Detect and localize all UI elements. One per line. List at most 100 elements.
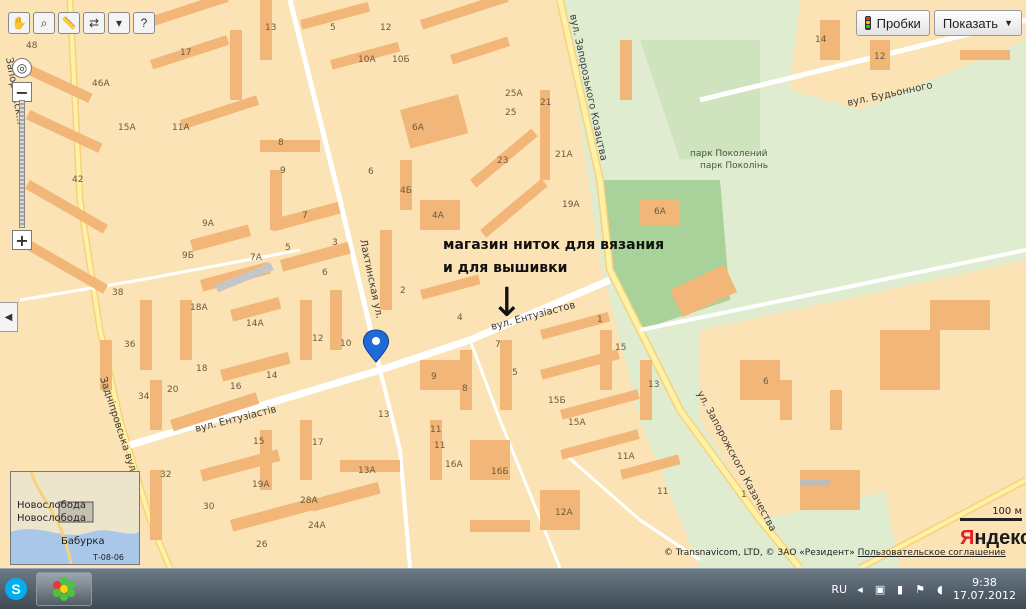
user-agreement-link[interactable]: Пользовательское соглашение bbox=[858, 548, 1006, 558]
svg-text:14: 14 bbox=[266, 371, 278, 381]
route-icon[interactable]: ⇄ bbox=[83, 12, 105, 34]
svg-text:6: 6 bbox=[322, 268, 328, 278]
clock[interactable]: 9:38 17.07.2012 bbox=[953, 576, 1016, 602]
taskbar: S RU ◂ ▣ ▮ ⚑ ◖ 9:38 17.07.2012 bbox=[0, 568, 1026, 609]
svg-text:23: 23 bbox=[497, 156, 508, 166]
signal-icon[interactable]: ▮ bbox=[893, 582, 907, 596]
svg-text:46А: 46А bbox=[92, 79, 110, 89]
svg-text:17: 17 bbox=[180, 48, 191, 58]
minimap[interactable]: Новослобода Новослобода Бабурка Т-08-06 bbox=[10, 471, 140, 565]
svg-text:5: 5 bbox=[512, 368, 518, 378]
svg-text:12: 12 bbox=[312, 334, 323, 344]
language-indicator[interactable]: RU bbox=[831, 583, 847, 596]
show-dropdown[interactable]: Показать ▼ bbox=[933, 10, 1022, 36]
skype-icon[interactable]: S bbox=[0, 571, 32, 607]
svg-text:9: 9 bbox=[280, 166, 286, 176]
svg-text:15А: 15А bbox=[118, 123, 136, 133]
svg-text:19А: 19А bbox=[252, 480, 270, 490]
svg-text:13: 13 bbox=[265, 23, 276, 33]
svg-text:34: 34 bbox=[138, 392, 150, 402]
svg-text:10: 10 bbox=[340, 339, 352, 349]
svg-text:4: 4 bbox=[457, 313, 463, 323]
svg-text:11А: 11А bbox=[172, 123, 190, 133]
svg-text:13: 13 bbox=[648, 380, 659, 390]
svg-text:21А: 21А bbox=[555, 150, 573, 160]
svg-text:4Б: 4Б bbox=[400, 186, 412, 196]
svg-text:10А: 10А bbox=[358, 55, 376, 65]
svg-text:42: 42 bbox=[72, 175, 83, 185]
svg-text:11А: 11А bbox=[617, 452, 635, 462]
show-label: Показать bbox=[942, 15, 999, 31]
flag-icon[interactable]: ⚑ bbox=[913, 582, 927, 596]
svg-text:6: 6 bbox=[368, 167, 374, 177]
date: 17.07.2012 bbox=[953, 589, 1016, 602]
svg-text:30: 30 bbox=[203, 502, 215, 512]
traffic-button[interactable]: Пробки bbox=[855, 10, 930, 36]
svg-text:19А: 19А bbox=[562, 200, 580, 210]
svg-text:7: 7 bbox=[302, 211, 308, 221]
svg-text:7А: 7А bbox=[250, 253, 263, 263]
map-canvas[interactable]: 48 17 13 5 12 10А 10Б 46А 15А 11А 25А 25… bbox=[0, 0, 1026, 568]
svg-text:5: 5 bbox=[285, 243, 291, 253]
svg-text:7: 7 bbox=[495, 340, 501, 350]
yandex-logo[interactable]: Яндекс bbox=[960, 527, 1026, 550]
svg-text:24А: 24А bbox=[308, 521, 326, 531]
svg-text:11: 11 bbox=[434, 441, 445, 451]
svg-text:13А: 13А bbox=[358, 466, 376, 476]
svg-text:18А: 18А bbox=[190, 303, 208, 313]
svg-text:26: 26 bbox=[256, 540, 268, 550]
print-icon[interactable]: ▾ bbox=[108, 12, 130, 34]
svg-text:12А: 12А bbox=[555, 508, 573, 518]
svg-text:9А: 9А bbox=[202, 219, 215, 229]
svg-text:10Б: 10Б bbox=[392, 55, 410, 65]
svg-text:25: 25 bbox=[505, 108, 516, 118]
svg-text:6А: 6А bbox=[654, 207, 667, 217]
app-tray-icon[interactable]: ▣ bbox=[873, 582, 887, 596]
hand-icon[interactable]: ✋ bbox=[8, 12, 30, 34]
svg-text:3: 3 bbox=[332, 238, 338, 248]
svg-text:48: 48 bbox=[26, 41, 38, 51]
icq-flower-icon bbox=[53, 577, 75, 601]
svg-text:32: 32 bbox=[160, 470, 171, 480]
minimap-label-2: Новослобода bbox=[17, 513, 86, 524]
arrow-left-icon[interactable]: ◂ bbox=[853, 582, 867, 596]
zoom-box-icon[interactable]: ⌕ bbox=[33, 12, 55, 34]
svg-text:8: 8 bbox=[462, 384, 468, 394]
svg-text:20: 20 bbox=[167, 385, 179, 395]
help-cursor-icon[interactable]: ? bbox=[133, 12, 155, 34]
svg-text:14: 14 bbox=[815, 35, 827, 45]
park-label-ua: парк Поколінь bbox=[700, 161, 768, 171]
zoom-slider[interactable] bbox=[19, 100, 25, 228]
svg-text:1: 1 bbox=[597, 315, 603, 325]
svg-text:16Б: 16Б bbox=[491, 467, 509, 477]
svg-text:38: 38 bbox=[112, 288, 124, 298]
traffic-label: Пробки bbox=[876, 15, 921, 31]
svg-text:4А: 4А bbox=[432, 211, 445, 221]
svg-text:15: 15 bbox=[253, 437, 264, 447]
volume-icon[interactable]: ◖ bbox=[933, 582, 947, 596]
svg-text:36: 36 bbox=[124, 340, 136, 350]
zoom-in-button[interactable]: + bbox=[12, 230, 32, 250]
svg-text:13: 13 bbox=[378, 410, 389, 420]
top-right-controls: Пробки Показать ▼ bbox=[855, 10, 1022, 36]
minimap-road-label: Т-08-06 bbox=[93, 553, 125, 562]
zoom-out-button[interactable]: − bbox=[12, 82, 32, 102]
svg-text:18: 18 bbox=[196, 364, 208, 374]
svg-text:S: S bbox=[11, 581, 20, 597]
chevron-down-icon: ▼ bbox=[1004, 18, 1013, 28]
copyright-text: © Transnavicom, LTD, © ЗАО «Резидент» По… bbox=[664, 548, 1006, 558]
ruler-icon[interactable]: 📏 bbox=[58, 12, 80, 34]
svg-text:5: 5 bbox=[330, 23, 336, 33]
annotation-line-1: магазин ниток для вязания bbox=[443, 237, 665, 253]
compass-icon[interactable]: ◎ bbox=[12, 58, 32, 78]
collapse-panel-button[interactable]: ◀ bbox=[0, 302, 18, 332]
scale-bar bbox=[960, 518, 1022, 521]
svg-text:9Б: 9Б bbox=[182, 251, 194, 261]
svg-text:1: 1 bbox=[741, 490, 747, 500]
minimap-label-1: Новослобода bbox=[17, 500, 86, 511]
svg-text:12: 12 bbox=[380, 23, 391, 33]
svg-text:2: 2 bbox=[400, 286, 406, 296]
svg-text:28А: 28А bbox=[300, 496, 318, 506]
svg-text:6А: 6А bbox=[412, 123, 425, 133]
icq-task-button[interactable] bbox=[36, 572, 92, 606]
